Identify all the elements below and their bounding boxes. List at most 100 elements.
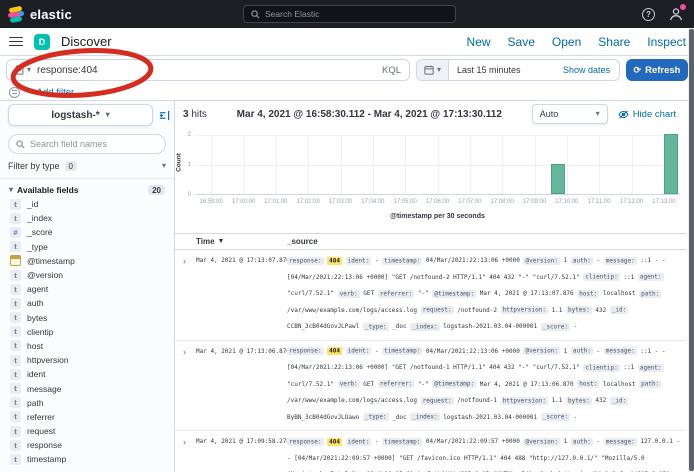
filter-by-type-toggle[interactable]: Filter by type 0 ▾	[8, 161, 166, 171]
table-header: Time ▼ _source	[175, 233, 686, 250]
highlighted-value: 404	[327, 347, 342, 355]
field-referrer[interactable]: treferrer	[0, 410, 174, 424]
saved-query-icon[interactable]	[15, 65, 25, 75]
field-value: _doc	[392, 323, 406, 330]
chart-plot-area: 01216:59:0017:00:0017:01:0017:02:0017:03…	[195, 135, 680, 195]
x-tick: 17:09:00	[523, 199, 546, 205]
field-badge: @version:	[523, 347, 560, 355]
page-scrollbar[interactable]	[688, 28, 694, 472]
field-name: ident	[27, 369, 45, 379]
expand-row-icon[interactable]: ›	[183, 434, 196, 450]
field-badge: request:	[421, 397, 454, 405]
refresh-button[interactable]: ⟳ Refresh	[626, 59, 688, 81]
field-name: auth	[27, 298, 44, 308]
hits-count: 3 hits	[183, 109, 207, 120]
chevron-down-icon[interactable]: ▾	[27, 66, 31, 74]
help-icon[interactable]: ?	[642, 8, 655, 21]
date-picker: ▾ Last 15 minutes Show dates	[416, 59, 620, 81]
show-dates-link[interactable]: Show dates	[563, 65, 619, 75]
eye-slash-icon	[618, 110, 629, 119]
field-agent[interactable]: tagent	[0, 282, 174, 296]
field-badge: agent:	[638, 273, 664, 281]
field-@timestamp[interactable]: @timestamp	[0, 254, 174, 268]
field-badge: referrer:	[378, 380, 415, 388]
nav-action-new[interactable]: New	[467, 35, 491, 49]
index-pattern-select[interactable]: logstash-*▾	[8, 104, 153, 126]
nav-action-inspect[interactable]: Inspect	[647, 35, 686, 49]
field-name: httpversion	[27, 355, 69, 365]
table-row: ›Mar 4, 2021 @ 17:13:07.876response: 404…	[175, 250, 686, 341]
field-bytes[interactable]: tbytes	[0, 311, 174, 325]
field-_type[interactable]: t_type	[0, 240, 174, 254]
query-bar: ▾ response:404 KQL ▾ Last 15 minutes Sho…	[0, 56, 694, 84]
row-source: response: 404 ident: - timestamp: 04/Mar…	[287, 434, 686, 472]
search-icon	[16, 140, 25, 149]
quick-select-button[interactable]: ▾	[417, 60, 449, 80]
field-@version[interactable]: t@version	[0, 268, 174, 282]
menu-icon[interactable]	[9, 37, 23, 47]
collapse-sidebar-icon[interactable]	[159, 110, 170, 121]
time-range-value[interactable]: Last 15 minutes	[449, 65, 529, 75]
field-path[interactable]: tpath	[0, 396, 174, 410]
string-field-icon: t	[10, 454, 21, 465]
field-value: localhost	[603, 290, 636, 297]
filter-menu-icon[interactable]	[9, 87, 20, 98]
field-message[interactable]: tmessage	[0, 381, 174, 395]
field-_score[interactable]: #_score	[0, 225, 174, 239]
field-response[interactable]: tresponse	[0, 438, 174, 452]
elastic-logo[interactable]: elastic	[8, 6, 72, 22]
field-name: _id	[27, 199, 38, 209]
field-search-input[interactable]: Search field names	[8, 134, 166, 154]
field-badge: bytes:	[566, 306, 592, 314]
field-value: -	[574, 414, 578, 421]
hide-chart-link[interactable]: Hide chart	[618, 109, 676, 120]
field-host[interactable]: thost	[0, 339, 174, 353]
interval-select[interactable]: Auto ▾	[532, 104, 608, 124]
query-input[interactable]: ▾ response:404 KQL	[6, 59, 410, 81]
number-field-icon: #	[10, 227, 21, 238]
discover-app-badge[interactable]: D	[34, 34, 50, 50]
field-badge: referrer:	[378, 290, 415, 298]
field-value: 04/Mar/2021:22:09:57 +0000	[426, 438, 520, 445]
histogram-bar[interactable]	[551, 164, 565, 194]
x-tick: 17:08:00	[490, 199, 513, 205]
string-field-icon: t	[10, 199, 21, 210]
global-search-input[interactable]: Search Elastic	[243, 5, 456, 23]
field-badge: message:	[604, 257, 637, 265]
field-clientip[interactable]: tclientip	[0, 325, 174, 339]
field-auth[interactable]: tauth	[0, 296, 174, 310]
nav-action-open[interactable]: Open	[552, 35, 581, 49]
field-badge: httpversion:	[501, 306, 548, 314]
query-language-label[interactable]: KQL	[382, 65, 401, 76]
field-ident[interactable]: tident	[0, 367, 174, 381]
field-httpversion[interactable]: thttpversion	[0, 353, 174, 367]
row-source: response: 404 ident: - timestamp: 04/Mar…	[287, 344, 686, 427]
time-column-header[interactable]: Time ▼	[196, 237, 287, 246]
field-timestamp[interactable]: ttimestamp	[0, 452, 174, 466]
add-filter-link[interactable]: + Add filter	[29, 87, 74, 98]
sort-desc-icon[interactable]: ▼	[218, 238, 225, 245]
nav-action-save[interactable]: Save	[508, 35, 535, 49]
field-value: /notfound-2	[457, 307, 497, 314]
histogram-bar[interactable]	[664, 134, 678, 194]
field-name: path	[27, 398, 44, 408]
field-_index[interactable]: t_index	[0, 211, 174, 225]
field-value: Mar 4, 2021 @ 17:13:06.870	[480, 381, 574, 388]
available-fields-accordion[interactable]: ▾ Available fields 20	[9, 185, 165, 195]
field-_id[interactable]: t _id	[0, 197, 174, 211]
field-request[interactable]: trequest	[0, 424, 174, 438]
field-badge: response:	[287, 347, 324, 355]
user-avatar[interactable]	[668, 6, 684, 22]
string-field-icon: t	[10, 213, 21, 224]
query-text[interactable]: response:404	[37, 65, 376, 76]
scrollbar-thumb[interactable]	[689, 29, 694, 471]
expand-row-icon[interactable]: ›	[183, 344, 196, 360]
fields-list: t _id t_index#_scoret_type @timestamp t@vers…	[0, 197, 174, 467]
nav-action-share[interactable]: Share	[598, 35, 630, 49]
field-badge: _score:	[541, 323, 570, 331]
field-name: @timestamp	[27, 256, 75, 266]
field-value: -	[375, 257, 379, 264]
row-timestamp: Mar 4, 2021 @ 17:13:07.876	[196, 253, 287, 269]
expand-row-icon[interactable]: ›	[183, 253, 196, 269]
field-badge: timestamp:	[382, 347, 422, 355]
